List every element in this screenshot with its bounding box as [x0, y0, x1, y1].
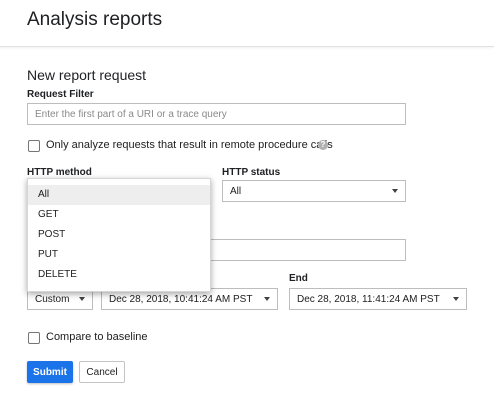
http-method-option-put[interactable]: PUT — [28, 245, 210, 265]
chevron-down-icon — [264, 297, 270, 301]
page-title: Analysis reports — [27, 9, 163, 30]
page-header: Analysis reports — [0, 0, 494, 47]
chevron-down-icon — [453, 297, 459, 301]
request-filter-placeholder: Enter the first part of a URI or a trace… — [35, 108, 227, 120]
http-method-option-post[interactable]: POST — [28, 225, 210, 245]
http-method-option-all[interactable]: All — [28, 185, 210, 205]
baseline-checkbox-label: Compare to baseline — [46, 331, 148, 343]
chevron-down-icon — [392, 189, 398, 193]
end-label: End — [289, 273, 308, 284]
http-method-label: HTTP method — [27, 167, 92, 178]
submit-button[interactable]: Submit — [27, 361, 73, 383]
section-title: New report request — [27, 67, 147, 83]
rpc-checkbox[interactable] — [28, 140, 40, 152]
rpc-checkbox-label: Only analyze requests that result in rem… — [46, 139, 333, 151]
help-icon[interactable]: ? — [318, 140, 328, 150]
http-method-option-delete[interactable]: DELETE — [28, 265, 210, 285]
http-status-value: All — [230, 185, 242, 197]
hidden-field-input[interactable] — [210, 239, 406, 261]
cancel-button[interactable]: Cancel — [79, 361, 125, 383]
end-datetime-select[interactable]: Dec 28, 2018, 11:41:24 AM PST — [289, 288, 467, 310]
http-status-label: HTTP status — [222, 167, 281, 178]
request-filter-input[interactable]: Enter the first part of a URI or a trace… — [27, 103, 406, 125]
http-status-select[interactable]: All — [222, 180, 406, 202]
time-range-value: Custom — [35, 293, 70, 305]
end-datetime-value: Dec 28, 2018, 11:41:24 AM PST — [297, 293, 440, 305]
http-method-dropdown: All GET POST PUT DELETE — [27, 178, 211, 292]
http-method-option-get[interactable]: GET — [28, 205, 210, 225]
chevron-down-icon — [79, 297, 85, 301]
baseline-checkbox[interactable] — [28, 332, 40, 344]
request-filter-label: Request Filter — [27, 89, 94, 100]
start-datetime-value: Dec 28, 2018, 10:41:24 AM PST — [109, 293, 253, 305]
http-method-options: All GET POST PUT DELETE — [28, 179, 210, 285]
